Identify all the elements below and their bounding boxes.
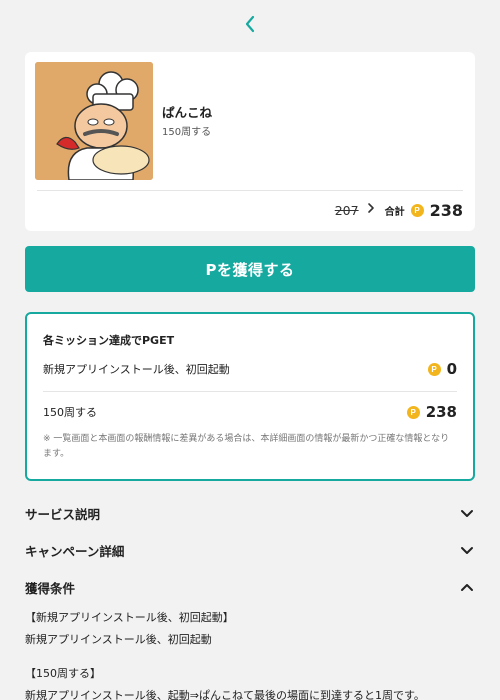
- missions-panel: 各ミッション達成でPGET 新規アプリインストール後、初回起動 P 0 150周…: [25, 312, 475, 481]
- condition-text: 新規アプリインストール後、起動⇒ぱんこねて最後の場面に到達すると1周です。: [25, 689, 425, 700]
- chevron-right-icon: [367, 202, 375, 218]
- top-bar: [0, 0, 500, 48]
- mission-label: 150周する: [43, 406, 97, 419]
- total-points: 238: [429, 200, 463, 220]
- condition-text: 新規アプリインストール後、初回起動: [25, 633, 212, 646]
- mission-points: P 0: [427, 360, 457, 378]
- mission-row: 150周する P 238: [43, 401, 457, 423]
- accordion-title: 獲得条件: [25, 580, 76, 596]
- mission-points-value: 238: [425, 403, 457, 421]
- accordion-title: キャンペーン詳細: [25, 543, 125, 559]
- get-points-button[interactable]: Pを獲得する: [25, 246, 475, 292]
- app-name: ぱんこね: [162, 105, 213, 120]
- condition-heading: 【150周する】: [25, 667, 101, 680]
- point-coin-icon: P: [410, 203, 424, 217]
- accordion-campaign-details[interactable]: キャンペーン詳細: [25, 539, 475, 561]
- condition-heading: 【新規アプリインストール後、初回起動】: [25, 611, 234, 624]
- divider: [43, 391, 457, 392]
- divider: [37, 190, 463, 191]
- mission-points-value: 0: [446, 360, 457, 378]
- accordion-service-description[interactable]: サービス説明: [25, 502, 475, 524]
- disclaimer-note: ※ 一覧画面と本画面の報酬情報に差異がある場合は、本詳細画面の情報が最新かつ正確…: [43, 434, 450, 459]
- mission-label: 新規アプリインストール後、初回起動: [43, 363, 230, 376]
- points-summary: 207 合計 P 238: [335, 200, 463, 220]
- point-coin-icon: P: [406, 405, 420, 419]
- point-coin-icon: P: [427, 362, 441, 376]
- old-points: 207: [334, 202, 359, 218]
- chevron-up-icon: [459, 579, 475, 595]
- app-card: ぱんこね 150周する 207 合計 P 238: [25, 52, 475, 231]
- chevron-down-icon: [459, 542, 475, 558]
- app-subtitle: 150周する: [162, 127, 212, 138]
- total-label: 合計: [384, 206, 405, 218]
- accordion-acquisition-conditions[interactable]: 獲得条件: [25, 576, 475, 598]
- mission-row: 新規アプリインストール後、初回起動 P 0: [43, 358, 457, 380]
- chevron-down-icon: [459, 505, 475, 521]
- accordion-title: サービス説明: [25, 506, 101, 522]
- chevron-left-icon[interactable]: [240, 14, 260, 34]
- mission-points: P 238: [406, 403, 457, 421]
- app-thumbnail: [35, 62, 153, 180]
- missions-title: 各ミッション達成でPGET: [43, 334, 175, 347]
